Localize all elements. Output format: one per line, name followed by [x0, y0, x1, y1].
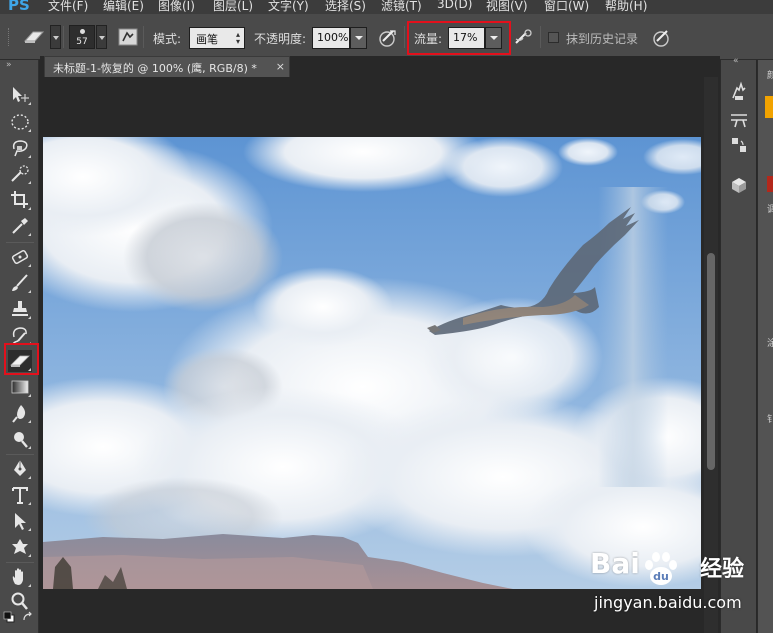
type-tool[interactable] — [8, 484, 32, 506]
brush-presets-icon[interactable] — [729, 80, 749, 105]
vertical-scroll-thumb[interactable] — [707, 253, 715, 470]
menubar: PS 文件(F) 编辑(E) 图像(I) 图层(L) 文字(Y) 选择(S) 滤… — [0, 0, 773, 14]
zoom-icon — [11, 592, 28, 610]
brush-picker-dropdown[interactable] — [96, 25, 107, 49]
move-tool[interactable] — [8, 84, 32, 106]
swap-colors-icon[interactable] — [22, 611, 34, 626]
options-bar: 57 模式: 画笔 ▴ ▾ 不透明度: 100% 流量: 17% 抹到历史记录 — [0, 14, 773, 60]
layers-panel-label[interactable]: 涂 — [767, 336, 773, 349]
adjustments-panel-label[interactable]: 调 — [767, 202, 773, 215]
quick-select-tool[interactable] — [8, 163, 32, 185]
dodge-tool[interactable] — [8, 428, 32, 450]
marquee-tool[interactable] — [8, 111, 32, 133]
document-canvas-image[interactable] — [43, 137, 701, 589]
crop-tool[interactable] — [8, 189, 32, 211]
collapse-dock-icon[interactable]: « — [733, 56, 739, 66]
lasso-tool[interactable] — [8, 137, 32, 159]
options-grip[interactable] — [8, 28, 11, 46]
menu-window[interactable]: 窗口(W) — [544, 0, 589, 14]
opacity-label: 不透明度: — [254, 32, 307, 46]
erase-to-history-label: 抹到历史记录 — [566, 32, 639, 46]
flow-highlight-box — [407, 21, 511, 55]
foreground-swatch[interactable] — [765, 96, 773, 118]
erase-to-history-checkbox[interactable] — [548, 32, 559, 43]
brush-size-value: 57 — [76, 37, 88, 47]
document-tab[interactable]: 未标题-1-恢复的 @ 100% (鹰, RGB/8) * × — [44, 56, 290, 77]
menu-3d[interactable]: 3D(D) — [437, 0, 472, 11]
sky-eagle-photo — [43, 137, 701, 589]
menu-edit[interactable]: 编辑(E) — [103, 0, 144, 14]
opacity-dropdown[interactable] — [350, 27, 367, 49]
eraser-preset-icon[interactable] — [22, 27, 48, 50]
baidu-paw-icon: du — [645, 552, 677, 585]
collapse-toolbar-icon[interactable]: » — [6, 60, 12, 70]
menu-select[interactable]: 选择(S) — [325, 0, 366, 14]
default-colors-icon[interactable] — [3, 611, 15, 626]
path-select-tool[interactable] — [8, 510, 32, 532]
baidu-watermark: Bai du 经验 jingyan.baidu.com — [590, 547, 770, 631]
background-swatch[interactable] — [767, 176, 773, 192]
mode-value: 画笔 — [196, 33, 218, 46]
menu-type[interactable]: 文字(Y) — [268, 0, 309, 14]
size-pressure-icon[interactable] — [652, 28, 674, 51]
gradient-tool[interactable] — [8, 376, 32, 398]
mode-select[interactable]: 画笔 ▴ ▾ — [189, 27, 245, 49]
channels-panel-label[interactable]: 钅 — [767, 412, 773, 425]
watermark-brand: Bai — [590, 547, 640, 580]
shape-tool[interactable] — [8, 536, 32, 558]
app-logo: PS — [8, 0, 30, 14]
brush-settings-icon[interactable] — [729, 110, 749, 133]
menu-image[interactable]: 图像(I) — [158, 0, 195, 14]
blur-tool[interactable] — [8, 402, 32, 424]
mode-label: 模式: — [153, 32, 182, 46]
color-panel-label[interactable]: 颜 — [767, 68, 773, 81]
eyedropper-tool[interactable] — [8, 215, 32, 237]
document-tab-row: 未标题-1-恢复的 @ 100% (鹰, RGB/8) * × — [40, 56, 720, 77]
eraser-highlight-box — [4, 343, 39, 375]
brush-size-picker[interactable]: 57 — [69, 25, 95, 49]
watermark-brand-suffix: 经验 — [700, 557, 745, 582]
tools-panel: » — [0, 60, 39, 633]
clone-source-icon[interactable] — [729, 135, 749, 158]
menu-view[interactable]: 视图(V) — [486, 0, 528, 14]
opacity-input[interactable]: 100% — [312, 27, 350, 49]
tool-preset-dropdown[interactable] — [50, 25, 61, 49]
brush-tip-icon — [80, 29, 85, 34]
healing-brush-tool[interactable] — [8, 246, 32, 268]
hand-tool[interactable] — [8, 566, 32, 588]
zoom-tool[interactable] — [8, 590, 32, 612]
menu-filter[interactable]: 滤镜(T) — [381, 0, 422, 14]
watermark-url: jingyan.baidu.com — [594, 593, 742, 612]
airbrush-icon[interactable] — [513, 28, 537, 51]
clone-stamp-tool[interactable] — [8, 298, 32, 320]
svg-text:du: du — [653, 570, 669, 583]
brush-tool[interactable] — [8, 272, 32, 294]
menu-layer[interactable]: 图层(L) — [213, 0, 253, 14]
select-arrows-icon: ▴ ▾ — [235, 30, 240, 46]
pen-tool[interactable] — [8, 458, 32, 480]
menu-help[interactable]: 帮助(H) — [605, 0, 647, 14]
opacity-pressure-icon[interactable] — [378, 28, 400, 51]
3d-panel-icon[interactable] — [729, 175, 749, 198]
brush-panel-toggle-icon[interactable] — [118, 28, 138, 49]
document-tab-title: 未标题-1-恢复的 @ 100% (鹰, RGB/8) * — [53, 62, 257, 75]
close-tab-icon[interactable]: × — [276, 60, 285, 73]
menu-file[interactable]: 文件(F) — [48, 0, 88, 14]
